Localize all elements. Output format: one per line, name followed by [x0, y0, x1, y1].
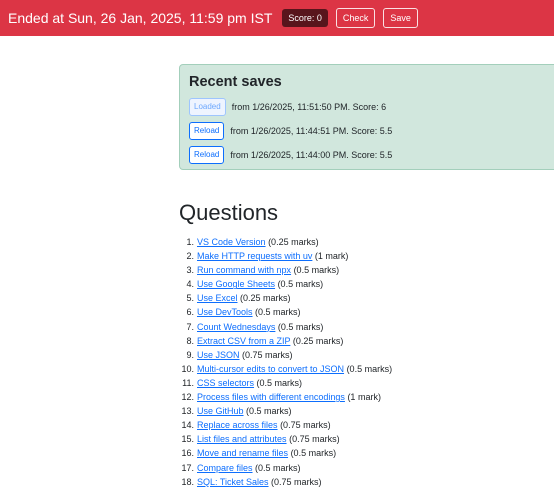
loaded-button: Loaded [189, 98, 226, 116]
page-title: Ended at Sun, 26 Jan, 2025, 11:59 pm IST [8, 10, 273, 26]
question-marks: (0.5 marks) [255, 307, 301, 318]
question-marks: (0.25 marks) [268, 237, 319, 247]
question-item: SQL: Ticket Sales (0.75 marks) [179, 475, 392, 489]
question-marks: (0.5 marks) [277, 279, 324, 290]
question-link[interactable]: List files and attributes [197, 434, 287, 444]
question-link[interactable]: VS Code Version [197, 237, 266, 247]
question-item: Process files with different encodings (… [179, 390, 392, 404]
save-button[interactable]: Save [383, 8, 418, 28]
question-item: List files and attributes (0.75 marks) [179, 432, 392, 446]
question-item: Use Excel (0.25 marks) [179, 291, 392, 305]
question-item: VS Code Version (0.25 marks) [179, 235, 392, 249]
question-link[interactable]: Process files with different encodings [197, 392, 345, 402]
questions-heading: Questions [179, 200, 279, 225]
question-marks: (0.75 marks) [271, 476, 322, 487]
question-link[interactable]: SQL: Ticket Sales [197, 477, 269, 487]
question-link[interactable]: Make HTTP requests with uv [197, 251, 312, 261]
question-item: Use Google Sheets (0.5 marks) [179, 277, 392, 291]
question-item: Use DevTools (0.5 marks) [179, 305, 392, 319]
question-marks: (0.5 marks) [293, 265, 340, 276]
question-marks: (0.5 marks) [290, 448, 337, 459]
question-link[interactable]: Run command with npx [197, 265, 291, 275]
question-link[interactable]: Replace across files [197, 420, 278, 430]
question-link[interactable]: Count Wednesdays [197, 322, 275, 332]
question-link[interactable]: Use Google Sheets [197, 279, 275, 289]
question-marks: (0.25 marks) [292, 335, 344, 346]
question-item: Count Wednesdays (0.5 marks) [179, 320, 392, 334]
question-marks: (0.5 marks) [346, 363, 393, 374]
question-marks: (0.5 marks) [256, 377, 303, 388]
question-link[interactable]: Use GitHub [197, 406, 244, 416]
save-info: from 1/26/2025, 11:51:50 PM. Score: 6 [231, 102, 387, 112]
question-marks: (0.75 marks) [289, 434, 340, 445]
question-item: CSS selectors (0.5 marks) [179, 376, 392, 390]
question-marks: (0.5 marks) [277, 321, 324, 332]
question-marks: (1 mark) [314, 251, 349, 262]
question-item: Run command with npx (0.5 marks) [179, 263, 392, 277]
question-link[interactable]: Extract CSV from a ZIP [197, 336, 290, 346]
save-row: Reload from 1/26/2025, 11:44:00 PM. Scor… [189, 144, 554, 166]
question-marks: (0.75 marks) [280, 420, 331, 431]
reload-button[interactable]: Reload [189, 122, 225, 140]
question-item: Make HTTP requests with uv (1 mark) [179, 249, 392, 263]
question-item: Compare files (0.5 marks) [179, 461, 392, 475]
question-marks: (0.5 marks) [255, 462, 301, 473]
check-button[interactable]: Check [335, 8, 376, 28]
question-link[interactable]: Use Excel [197, 293, 238, 303]
question-link[interactable]: Compare files [197, 463, 253, 473]
save-info: from 1/26/2025, 11:44:00 PM. Score: 5.5 [230, 150, 393, 160]
recent-saves-panel: Recent saves Loaded from 1/26/2025, 11:5… [179, 64, 554, 170]
question-marks: (1 mark) [347, 392, 381, 403]
question-link[interactable]: Use DevTools [197, 307, 253, 317]
question-marks: (0.75 marks) [242, 349, 293, 360]
question-item: Use GitHub (0.5 marks) [179, 404, 392, 418]
save-info: from 1/26/2025, 11:44:51 PM. Score: 5.5 [230, 126, 393, 136]
save-row: Loaded from 1/26/2025, 11:51:50 PM. Scor… [189, 96, 554, 118]
question-link[interactable]: Multi-cursor edits to convert to JSON [197, 364, 344, 374]
score-badge: Score: 0 [282, 9, 328, 27]
question-item: Multi-cursor edits to convert to JSON (0… [179, 362, 393, 376]
question-link[interactable]: CSS selectors [197, 378, 254, 388]
question-link[interactable]: Move and rename files [197, 448, 288, 458]
question-item: Replace across files (0.75 marks) [179, 418, 392, 432]
question-item: Use JSON (0.75 marks) [179, 348, 392, 362]
question-item: Extract CSV from a ZIP (0.25 marks) [179, 334, 392, 348]
questions-list: VS Code Version (0.25 marks) Make HTTP r… [179, 235, 392, 489]
question-marks: (0.25 marks) [240, 293, 291, 304]
question-marks: (0.5 marks) [246, 406, 292, 417]
question-link[interactable]: Use JSON [197, 350, 240, 360]
save-row: Reload from 1/26/2025, 11:44:51 PM. Scor… [189, 120, 554, 142]
reload-button[interactable]: Reload [189, 146, 225, 164]
question-item: Move and rename files (0.5 marks) [179, 446, 392, 460]
top-bar: Ended at Sun, 26 Jan, 2025, 11:59 pm IST… [0, 0, 554, 36]
recent-saves-title: Recent saves [189, 74, 282, 90]
